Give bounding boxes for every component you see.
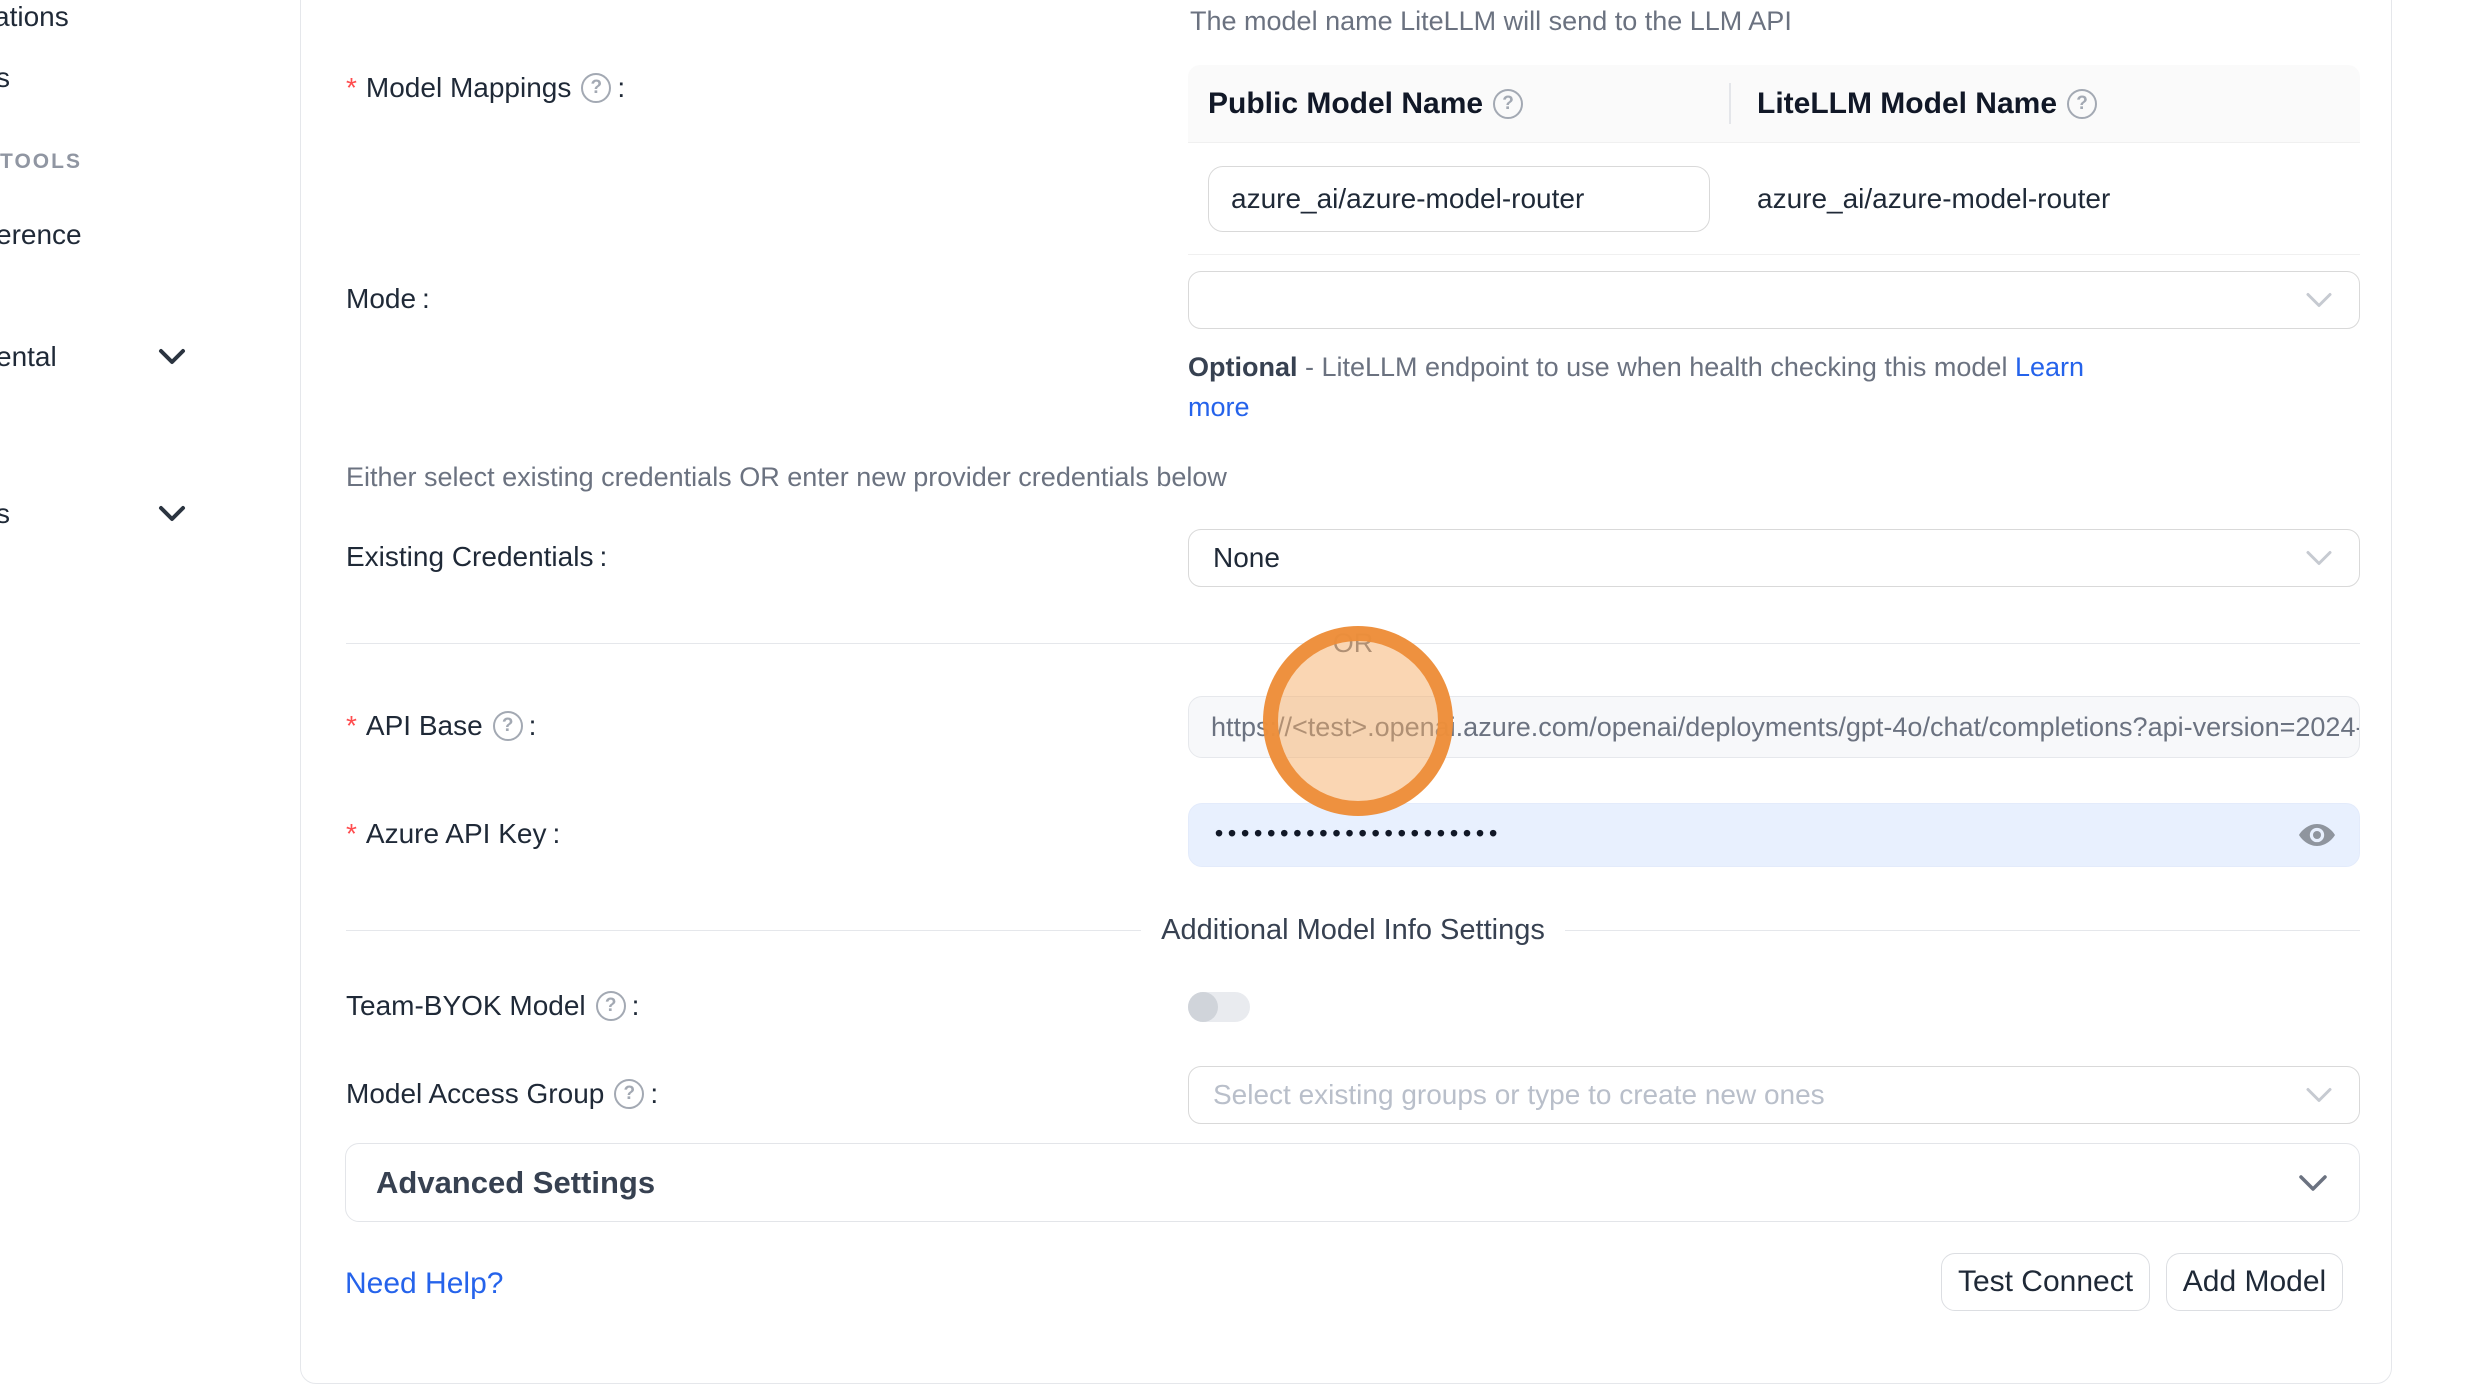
help-circle-icon[interactable]: ? — [614, 1079, 644, 1109]
chevron-down-icon — [2297, 1173, 2329, 1193]
existing-credentials-select[interactable]: None — [1188, 529, 2360, 587]
or-divider-text: OR — [1313, 628, 1394, 659]
column-header-public-model-name: Public Model Name ? — [1188, 87, 1729, 121]
required-mark: * — [346, 818, 357, 850]
litellm-model-name-value: azure_ai/azure-model-router — [1729, 183, 2360, 215]
help-circle-icon[interactable]: ? — [493, 711, 523, 741]
sidebar-item-label: ations — [0, 1, 69, 32]
help-circle-icon[interactable]: ? — [596, 991, 626, 1021]
column-header-litellm-model-name: LiteLLM Model Name ? — [1729, 65, 2360, 142]
sidebar-section-tools: TOOLS — [0, 150, 82, 174]
existing-credentials-label: Existing Credentials : — [346, 541, 607, 573]
chevron-down-icon — [2305, 550, 2333, 567]
advanced-settings-title: Advanced Settings — [376, 1165, 655, 1201]
chevron-down-icon — [2305, 292, 2333, 309]
sidebar-item-label: s — [0, 62, 10, 93]
model-access-group-label: Model Access Group ? : — [346, 1078, 658, 1110]
help-circle-icon[interactable]: ? — [2067, 89, 2097, 119]
toggle-knob — [1188, 992, 1218, 1022]
mode-helper-text: Optional - LiteLLM endpoint to use when … — [1188, 347, 2088, 427]
sidebar-item-api-reference[interactable]: erence — [0, 219, 82, 251]
table-header-row: Public Model Name ? LiteLLM Model Name ? — [1188, 65, 2360, 143]
masked-api-key: •••••••••••••••••••••• — [1215, 820, 1502, 847]
or-divider: OR — [346, 629, 2360, 657]
learn-more-link[interactable]: Learn — [2015, 352, 2084, 382]
sidebar-section-label: TOOLS — [0, 150, 82, 173]
chevron-down-icon — [155, 503, 189, 525]
credentials-note: Either select existing credentials OR en… — [346, 462, 1227, 493]
sidebar-item-label: erence — [0, 219, 82, 250]
sidebar-item-settings[interactable]: s — [0, 498, 10, 530]
sidebar-item-experimental[interactable]: ental — [0, 341, 57, 373]
toggle-password-visibility-button[interactable] — [2297, 815, 2337, 855]
api-base-input[interactable]: https://<test>.openai.azure.com/openai/d… — [1188, 696, 2360, 758]
additional-info-divider-text: Additional Model Info Settings — [1141, 914, 1565, 947]
required-mark: * — [346, 710, 357, 742]
model-mappings-table: Public Model Name ? LiteLLM Model Name ?… — [1188, 65, 2360, 255]
table-row: azure_ai/azure-model-router — [1188, 143, 2360, 255]
team-byok-toggle[interactable] — [1188, 992, 1250, 1022]
chevron-down-icon — [2305, 1087, 2333, 1104]
advanced-settings-toggle[interactable]: Advanced Settings — [345, 1143, 2360, 1222]
model-mappings-label: * Model Mappings ? : — [346, 72, 625, 104]
model-access-group-placeholder: Select existing groups or type to create… — [1213, 1079, 1825, 1111]
public-model-name-cell — [1188, 166, 1729, 232]
sidebar-item-label: s — [0, 498, 10, 529]
sidebar-item-organizations[interactable]: ations — [0, 1, 69, 33]
additional-info-divider: Additional Model Info Settings — [346, 912, 2360, 948]
sidebar-item-1[interactable]: s — [0, 62, 10, 94]
azure-api-key-label: * Azure API Key : — [346, 818, 560, 850]
api-base-label: * API Base ? : — [346, 710, 536, 742]
help-circle-icon[interactable]: ? — [1493, 89, 1523, 119]
add-model-screen: ations s TOOLS erence ental s The model … — [0, 0, 2477, 1385]
mode-label: Mode : — [346, 283, 430, 315]
add-model-button[interactable]: Add Model — [2166, 1253, 2343, 1311]
model-access-group-select[interactable]: Select existing groups or type to create… — [1188, 1066, 2360, 1124]
public-model-name-input[interactable] — [1208, 166, 1710, 232]
learn-more-link[interactable]: more — [1188, 392, 1250, 422]
team-byok-label: Team-BYOK Model ? : — [346, 990, 639, 1022]
mode-select[interactable] — [1188, 271, 2360, 329]
need-help-link[interactable]: Need Help? — [345, 1267, 503, 1301]
chevron-down-icon — [155, 346, 189, 368]
test-connect-button[interactable]: Test Connect — [1941, 1253, 2150, 1311]
azure-api-key-input[interactable]: •••••••••••••••••••••• — [1188, 803, 2360, 867]
api-base-value: https://<test>.openai.azure.com/openai/d… — [1211, 712, 2360, 743]
help-circle-icon[interactable]: ? — [581, 73, 611, 103]
existing-credentials-value: None — [1213, 542, 1280, 574]
required-mark: * — [346, 72, 357, 104]
model-name-note: The model name LiteLLM will send to the … — [1190, 6, 1792, 37]
sidebar-item-label: ental — [0, 341, 57, 372]
eye-icon — [2297, 815, 2337, 855]
